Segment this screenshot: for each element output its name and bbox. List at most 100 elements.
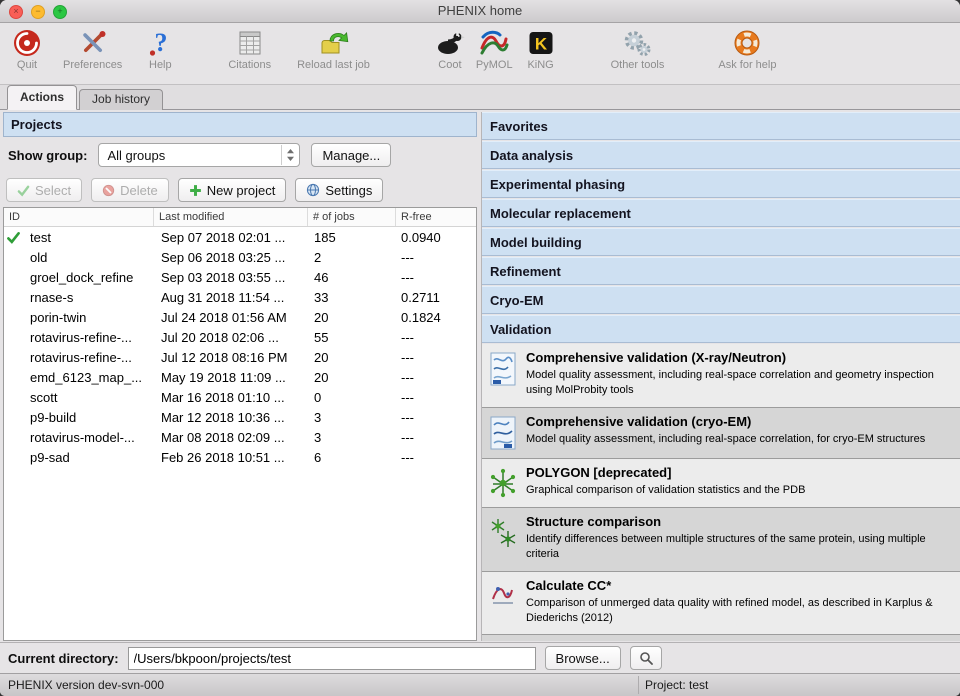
validation-item-desc: Model quality assessment, including real…	[526, 432, 950, 447]
chevron-updown-icon	[281, 145, 299, 165]
projects-table: ID Last modified # of jobs R-free test S…	[3, 207, 477, 641]
table-row[interactable]: p9-sad Feb 26 2018 10:51 ... 6 ---	[4, 447, 476, 467]
table-row[interactable]: porin-twin Jul 24 2018 01:56 AM 20 0.182…	[4, 307, 476, 327]
status-divider	[638, 676, 639, 694]
projects-panel: Projects Show group: All groups Manage..…	[3, 112, 477, 641]
settings-button[interactable]: Settings	[295, 178, 383, 202]
preferences-button[interactable]: Preferences	[60, 26, 125, 72]
toolbar-item-label: Other tools	[611, 59, 665, 71]
window-title: PHENIX home	[0, 3, 960, 18]
table-row[interactable]: emd_6123_map_... May 19 2018 11:09 ... 2…	[4, 367, 476, 387]
validation-item-title: POLYGON [deprecated]	[526, 465, 950, 480]
validation-item-title: Comprehensive validation (cryo-EM)	[526, 414, 950, 429]
king-button[interactable]: K KiNG	[522, 26, 560, 72]
pymol-button[interactable]: PyMOL	[473, 26, 516, 72]
category-data-analysis[interactable]: Data analysis	[482, 141, 960, 169]
table-row[interactable]: rotavirus-model-... Mar 08 2018 02:09 ..…	[4, 427, 476, 447]
plus-icon	[189, 184, 202, 197]
help-button[interactable]: ? Help	[141, 26, 179, 72]
projects-header: Projects	[3, 112, 477, 137]
cryoem-validation-icon	[488, 414, 518, 450]
category-validation[interactable]: Validation	[482, 315, 960, 343]
coot-icon	[434, 27, 466, 59]
validation-items-list: Comprehensive validation (X-ray/Neutron)…	[482, 344, 960, 641]
gears-icon	[621, 27, 653, 59]
king-icon: K	[525, 27, 557, 59]
group-dropdown-value: All groups	[107, 148, 165, 163]
toolbar-item-label: Citations	[228, 59, 271, 71]
search-button[interactable]	[630, 646, 662, 670]
browse-button[interactable]: Browse...	[545, 646, 621, 670]
other-tools-button[interactable]: Other tools	[608, 26, 668, 72]
delete-button[interactable]: Delete	[91, 178, 169, 202]
validation-item-desc: Comparison of unmerged data quality with…	[526, 596, 950, 627]
current-directory-input[interactable]	[128, 647, 536, 670]
globe-icon	[306, 183, 320, 197]
projects-table-header: ID Last modified # of jobs R-free	[4, 208, 476, 227]
show-group-row: Show group: All groups Manage...	[3, 137, 477, 173]
svg-text:K: K	[534, 35, 547, 54]
titlebar: × − + PHENIX home	[0, 0, 960, 23]
xray-validation-icon	[488, 350, 518, 399]
table-row[interactable]: old Sep 06 2018 03:25 ... 2 ---	[4, 247, 476, 267]
column-header-id[interactable]: ID	[4, 208, 154, 226]
tab-job-history[interactable]: Job history	[79, 89, 163, 110]
table-row[interactable]: test Sep 07 2018 02:01 ... 185 0.0940	[4, 227, 476, 247]
pymol-icon	[478, 27, 510, 59]
column-header-last-modified[interactable]: Last modified	[154, 208, 308, 226]
quit-button[interactable]: Quit	[8, 26, 46, 72]
table-row[interactable]: rotavirus-refine-... Jul 12 2018 08:16 P…	[4, 347, 476, 367]
category-experimental-phasing[interactable]: Experimental phasing	[482, 170, 960, 198]
table-row[interactable]: groel_dock_refine Sep 03 2018 03:55 ... …	[4, 267, 476, 287]
table-row[interactable]: rotavirus-refine-... Jul 20 2018 02:06 .…	[4, 327, 476, 347]
validation-item[interactable]: Comprehensive validation (cryo-EM) Model…	[482, 408, 960, 459]
toolbar-item-label: PyMOL	[476, 59, 513, 71]
category-cryo-em[interactable]: Cryo-EM	[482, 286, 960, 314]
search-icon	[639, 651, 653, 665]
select-button[interactable]: Select	[6, 178, 82, 202]
validation-item-title: Comprehensive validation (X-ray/Neutron)	[526, 350, 950, 365]
toolbar-item-label: Reload last job	[297, 59, 370, 71]
actions-panel: Favorites Data analysis Experimental pha…	[481, 112, 960, 641]
category-favorites[interactable]: Favorites	[482, 112, 960, 140]
table-row[interactable]: scott Mar 16 2018 01:10 ... 0 ---	[4, 387, 476, 407]
current-directory-bar: Current directory: Browse...	[0, 642, 960, 673]
tab-bar: Actions Job history	[0, 85, 960, 110]
project-buttons-row: Select Delete New project Settings	[3, 173, 477, 207]
validation-item-desc: Identify differences between multiple st…	[526, 532, 950, 563]
group-dropdown[interactable]: All groups	[98, 143, 300, 167]
category-model-building[interactable]: Model building	[482, 228, 960, 256]
table-row[interactable]: rnase-s Aug 31 2018 11:54 ... 33 0.2711	[4, 287, 476, 307]
calculate-cc-icon	[488, 578, 518, 627]
toolbar: Quit Preferences ? Help Citations Reload…	[0, 23, 960, 85]
toolbar-item-label: Help	[149, 59, 172, 71]
toolbar-item-label: Ask for help	[718, 59, 776, 71]
category-molecular-replacement[interactable]: Molecular replacement	[482, 199, 960, 227]
active-project-check-icon	[4, 231, 25, 244]
manage-button[interactable]: Manage...	[311, 143, 391, 167]
validation-item[interactable]: Comprehensive validation (X-ray/Neutron)…	[482, 344, 960, 408]
validation-item-title: Calculate CC*	[526, 578, 950, 593]
validation-item-title: Structure comparison	[526, 514, 950, 529]
reload-last-job-button[interactable]: Reload last job	[294, 26, 373, 72]
quit-icon	[11, 27, 43, 59]
category-refinement[interactable]: Refinement	[482, 257, 960, 285]
new-project-button[interactable]: New project	[178, 178, 287, 202]
validation-item[interactable]: POLYGON [deprecated] Graphical compariso…	[482, 459, 960, 508]
validation-item[interactable]: Calculate CC* Comparison of unmerged dat…	[482, 572, 960, 636]
tab-actions[interactable]: Actions	[7, 85, 77, 110]
help-icon: ?	[144, 27, 176, 59]
toolbar-item-label: Coot	[438, 59, 461, 71]
toolbar-item-label: KiNG	[527, 59, 553, 71]
validation-item[interactable]: Structure comparison Identify difference…	[482, 508, 960, 572]
check-icon	[17, 184, 30, 197]
coot-button[interactable]: Coot	[431, 26, 469, 72]
validation-item[interactable]: EMRinger	[482, 635, 960, 641]
citations-button[interactable]: Citations	[225, 26, 274, 72]
column-header-jobs[interactable]: # of jobs	[308, 208, 396, 226]
column-header-rfree[interactable]: R-free	[396, 208, 476, 226]
table-row[interactable]: p9-build Mar 12 2018 10:36 ... 3 ---	[4, 407, 476, 427]
ask-for-help-button[interactable]: Ask for help	[715, 26, 779, 72]
lifering-icon	[731, 27, 763, 59]
toolbar-item-label: Preferences	[63, 59, 122, 71]
